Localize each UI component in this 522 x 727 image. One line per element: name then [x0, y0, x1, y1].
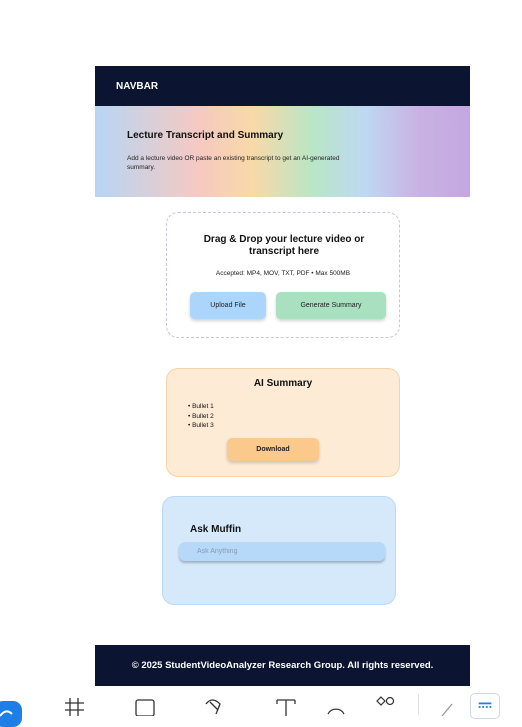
footer-text: © 2025 StudentVideoAnalyzer Research Gro… [131, 660, 434, 671]
app-frame: NAVBAR Lecture Transcript and Summary Ad… [95, 66, 470, 686]
ask-input[interactable] [179, 542, 385, 561]
ai-summary-card: AI Summary Bullet 1 Bullet 2 Bullet 3 Do… [166, 368, 400, 477]
generate-summary-button[interactable]: Generate Summary [276, 292, 386, 319]
footer: © 2025 StudentVideoAnalyzer Research Gro… [95, 645, 470, 686]
summary-bullet: Bullet 1 [188, 402, 214, 412]
ask-title: Ask Muffin [190, 524, 242, 535]
summary-bullet: Bullet 3 [188, 421, 214, 431]
design-toolbar [0, 692, 522, 727]
ask-muffin-card: Ask Muffin [162, 496, 396, 605]
dropzone-title: Drag & Drop your lecture video or transc… [203, 234, 365, 257]
pen-tool[interactable] [204, 696, 224, 715]
summary-bullets: Bullet 1 Bullet 2 Bullet 3 [188, 402, 214, 431]
text-icon [276, 699, 296, 716]
move-icon [0, 710, 13, 717]
page-title: Lecture Transcript and Summary [127, 130, 284, 141]
text-tool[interactable] [276, 696, 296, 716]
shapes-tool[interactable] [375, 696, 395, 715]
shapes-icon [376, 696, 395, 706]
frame-icon [65, 698, 84, 716]
upload-file-button[interactable]: Upload File [190, 292, 266, 319]
rectangle-tool[interactable] [135, 696, 155, 717]
rectangle-icon [135, 699, 155, 717]
download-button[interactable]: Download [227, 438, 319, 461]
navbar: NAVBAR [95, 66, 470, 106]
move-tool[interactable] [0, 696, 22, 727]
ui-icon [478, 702, 492, 708]
hero-banner: Lecture Transcript and Summary Add a lec… [95, 106, 470, 197]
draw-tool[interactable] [438, 696, 458, 717]
pen-icon [205, 699, 221, 715]
accepted-formats: Accepted: MP4, MOV, TXT, PDF • Max 500MB [215, 270, 351, 277]
comment-tool[interactable] [326, 696, 346, 715]
draw-icon [441, 703, 453, 717]
navbar-label: NAVBAR [116, 80, 159, 92]
comment-icon [327, 708, 345, 715]
toolbar-divider [418, 694, 419, 715]
page-subtitle: Add a lecture video OR paste an existing… [127, 155, 340, 171]
upload-dropzone[interactable]: Drag & Drop your lecture video or transc… [166, 212, 400, 338]
summary-bullet: Bullet 2 [188, 412, 214, 422]
summary-title: AI Summary [253, 378, 313, 389]
ui-toggle-button[interactable] [470, 693, 500, 719]
frame-tool[interactable] [64, 696, 84, 716]
